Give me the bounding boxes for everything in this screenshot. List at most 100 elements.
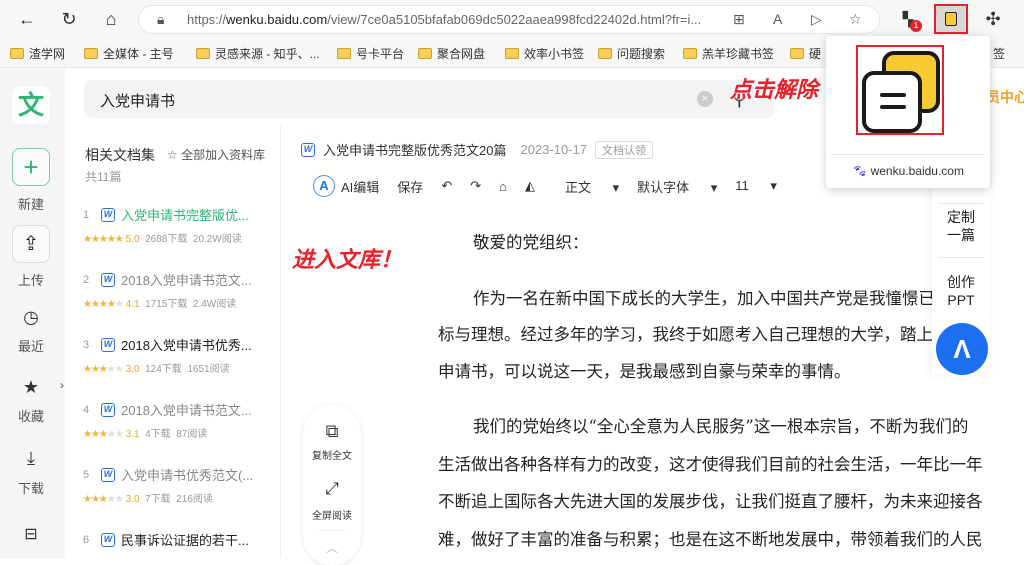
- divider: [938, 257, 984, 258]
- bookmark-label: 效率小书签: [524, 47, 585, 61]
- toolbox-icon[interactable]: ⊟: [0, 524, 62, 544]
- download-icon[interactable]: ⤓: [0, 448, 62, 469]
- custom-article-button[interactable]: 定制 一篇: [932, 208, 990, 244]
- item-number: 1: [83, 208, 90, 221]
- undo-icon[interactable]: ↶: [441, 178, 452, 194]
- word-icon: W: [101, 337, 115, 352]
- eraser-icon[interactable]: ◭: [525, 178, 535, 194]
- clear-icon[interactable]: ×: [697, 91, 713, 107]
- search-input[interactable]: 入党申请书: [100, 90, 175, 111]
- lock-icon[interactable]: 🔒︎: [157, 11, 164, 28]
- back-icon[interactable]: ←: [16, 8, 38, 30]
- puzzle-extensions-icon[interactable]: ✣: [982, 8, 1004, 30]
- favorites-label[interactable]: 收藏: [0, 406, 62, 425]
- bookmark[interactable]: 问题搜索: [598, 45, 665, 62]
- bookmark[interactable]: 全媒体 - 主号: [84, 45, 174, 62]
- immersive-reader-icon[interactable]: ▷: [811, 11, 822, 28]
- member-center-link[interactable]: 员中心: [986, 87, 1024, 107]
- word-icon: W: [101, 402, 115, 417]
- doc-list-item[interactable]: 4 W 2018入党申请书范文... ★★★★★ 3.1 4下载 87阅读: [83, 400, 273, 440]
- popup-site: 🐾︎ wenku.baidu.com: [826, 164, 990, 178]
- doc-list-item[interactable]: 6 W 民事诉讼证据的若干...: [83, 530, 273, 549]
- paragraph-line: 不断追上国际各大先进大国的发展步伐，让我们挺直了腰杆，为未来迎接各: [438, 492, 983, 511]
- document-area: W 入党申请书完整版优秀范文20篇 2023-10-17 文档认领 A AI编辑…: [280, 125, 1024, 558]
- clock-icon[interactable]: ◷: [0, 307, 62, 328]
- annotation-click-remove: 点击解除: [730, 77, 819, 102]
- url-text[interactable]: https://wenku.baidu.com/view/7ce0a5105bf…: [187, 12, 722, 27]
- bookmark-label: 渣学网: [29, 47, 66, 61]
- add-all-button[interactable]: ☆ 全部加入资料库: [167, 146, 265, 163]
- new-button[interactable]: +: [12, 148, 50, 186]
- bookmark-label: 问题搜索: [617, 47, 666, 61]
- bookmark[interactable]: 聚合网盘: [418, 45, 485, 62]
- favorite-star-icon[interactable]: ☆: [849, 11, 862, 28]
- divider: [938, 203, 984, 204]
- bookmark[interactable]: 羔羊珍藏书签: [683, 45, 774, 62]
- download-count: 7下载: [145, 494, 171, 505]
- item-number: 6: [83, 533, 90, 546]
- read-aloud-icon[interactable]: A: [773, 11, 782, 27]
- refresh-icon[interactable]: ↻: [58, 8, 80, 30]
- browser-toolbar: ← ↻ ⌂ 🔒︎ https://wenku.baidu.com/view/7c…: [0, 0, 1024, 38]
- format-painter-icon[interactable]: ⌂: [499, 179, 507, 194]
- fullscreen-icon[interactable]: ⤢: [303, 479, 361, 499]
- doc-list-item[interactable]: 2 W 2018入党申请书范文... ★★★★★ 4.1 1715下载 2.4W阅读: [83, 270, 273, 310]
- scroll-up-icon[interactable]: ︿: [303, 539, 361, 556]
- bookmark[interactable]: 效率小书签: [505, 45, 584, 62]
- create-ppt-button[interactable]: 创作 PPT: [932, 273, 990, 309]
- url-path: /view/7ce0a5105bfafab069dc5022aaea998fcd…: [327, 12, 702, 27]
- recent-label[interactable]: 最近: [0, 336, 62, 355]
- claim-button[interactable]: 文档认领: [594, 140, 653, 159]
- home-icon[interactable]: ⌂: [100, 8, 122, 30]
- copy-all-button[interactable]: 复制全文: [303, 447, 361, 462]
- copy-extension-button[interactable]: [934, 4, 968, 34]
- divider: [319, 530, 345, 531]
- doc-list-item[interactable]: 5 W 入党申请书优秀范文(... ★★★★★ 3.0 7下载 216阅读: [83, 465, 273, 505]
- save-button[interactable]: 保存: [397, 177, 423, 196]
- folder-icon: [598, 48, 612, 59]
- font-select[interactable]: 默认字体 ▾: [637, 177, 717, 196]
- fullscreen-button[interactable]: 全屏阅读: [303, 507, 361, 522]
- add-all-label: 全部加入资料库: [181, 148, 266, 162]
- bookmark-label: 硬: [809, 47, 822, 61]
- size-select[interactable]: 11 ▾: [735, 178, 777, 194]
- rating-stars: ★★★★★: [83, 494, 124, 505]
- address-bar[interactable]: 🔒︎ https://wenku.baidu.com/view/7ce0a510…: [138, 5, 880, 34]
- copy-icon[interactable]: ⧉: [303, 421, 361, 442]
- folder-icon: [84, 48, 98, 59]
- copy-extension-icon: [945, 12, 957, 26]
- ai-assistant-button[interactable]: Λ: [936, 323, 988, 375]
- item-title: 民事诉讼证据的若干...: [121, 533, 249, 548]
- ai-edit-button[interactable]: AI编辑: [341, 177, 379, 196]
- app-grid-icon[interactable]: ⊞: [733, 11, 745, 28]
- ai-icon: A: [313, 175, 335, 197]
- item-number: 4: [83, 403, 90, 416]
- rating-score: 3.0: [125, 364, 140, 375]
- wenku-logo[interactable]: 文: [12, 86, 50, 124]
- upload-button[interactable]: ⇪: [12, 225, 50, 263]
- extension-popup: 🐾︎ wenku.baidu.com: [826, 36, 990, 188]
- word-icon: W: [101, 532, 115, 547]
- search-box[interactable]: 入党申请书 × ⚲: [84, 80, 774, 118]
- folder-icon: [505, 48, 519, 59]
- bookmark[interactable]: 号卡平台: [337, 45, 404, 62]
- bookmark[interactable]: 灵感来源 - 知乎、...: [196, 45, 320, 62]
- bookmark[interactable]: 签: [993, 45, 1005, 62]
- extension-toggle-button[interactable]: [856, 45, 944, 135]
- rating-stars: ★★★★★: [83, 299, 124, 310]
- redo-icon[interactable]: ↷: [470, 178, 481, 194]
- size-value: 11: [735, 178, 749, 193]
- bookmark[interactable]: 渣学网: [10, 45, 65, 62]
- document-title: 入党申请书完整版优秀范文20篇: [323, 143, 507, 158]
- doc-list-item[interactable]: 3 W 2018入党申请书优秀... ★★★★★ 3.0 124下载 1651阅读: [83, 335, 273, 375]
- baidu-paw-icon: 🐾︎: [852, 164, 868, 178]
- download-label[interactable]: 下载: [0, 478, 62, 497]
- item-title: 2018入党申请书范文...: [121, 273, 252, 288]
- expand-chevron-icon[interactable]: ›: [60, 378, 64, 392]
- doc-list-item[interactable]: 1 W 入党申请书完整版优... ★★★★★ 5.0 2688下载 20.2W阅读: [83, 205, 273, 245]
- item-title: 2018入党申请书优秀...: [121, 338, 252, 353]
- star-outline-icon: ☆: [167, 148, 182, 162]
- star-icon[interactable]: ★: [0, 377, 62, 398]
- style-select[interactable]: 正文 ▾: [565, 177, 619, 196]
- bookmark[interactable]: 硬: [790, 45, 821, 62]
